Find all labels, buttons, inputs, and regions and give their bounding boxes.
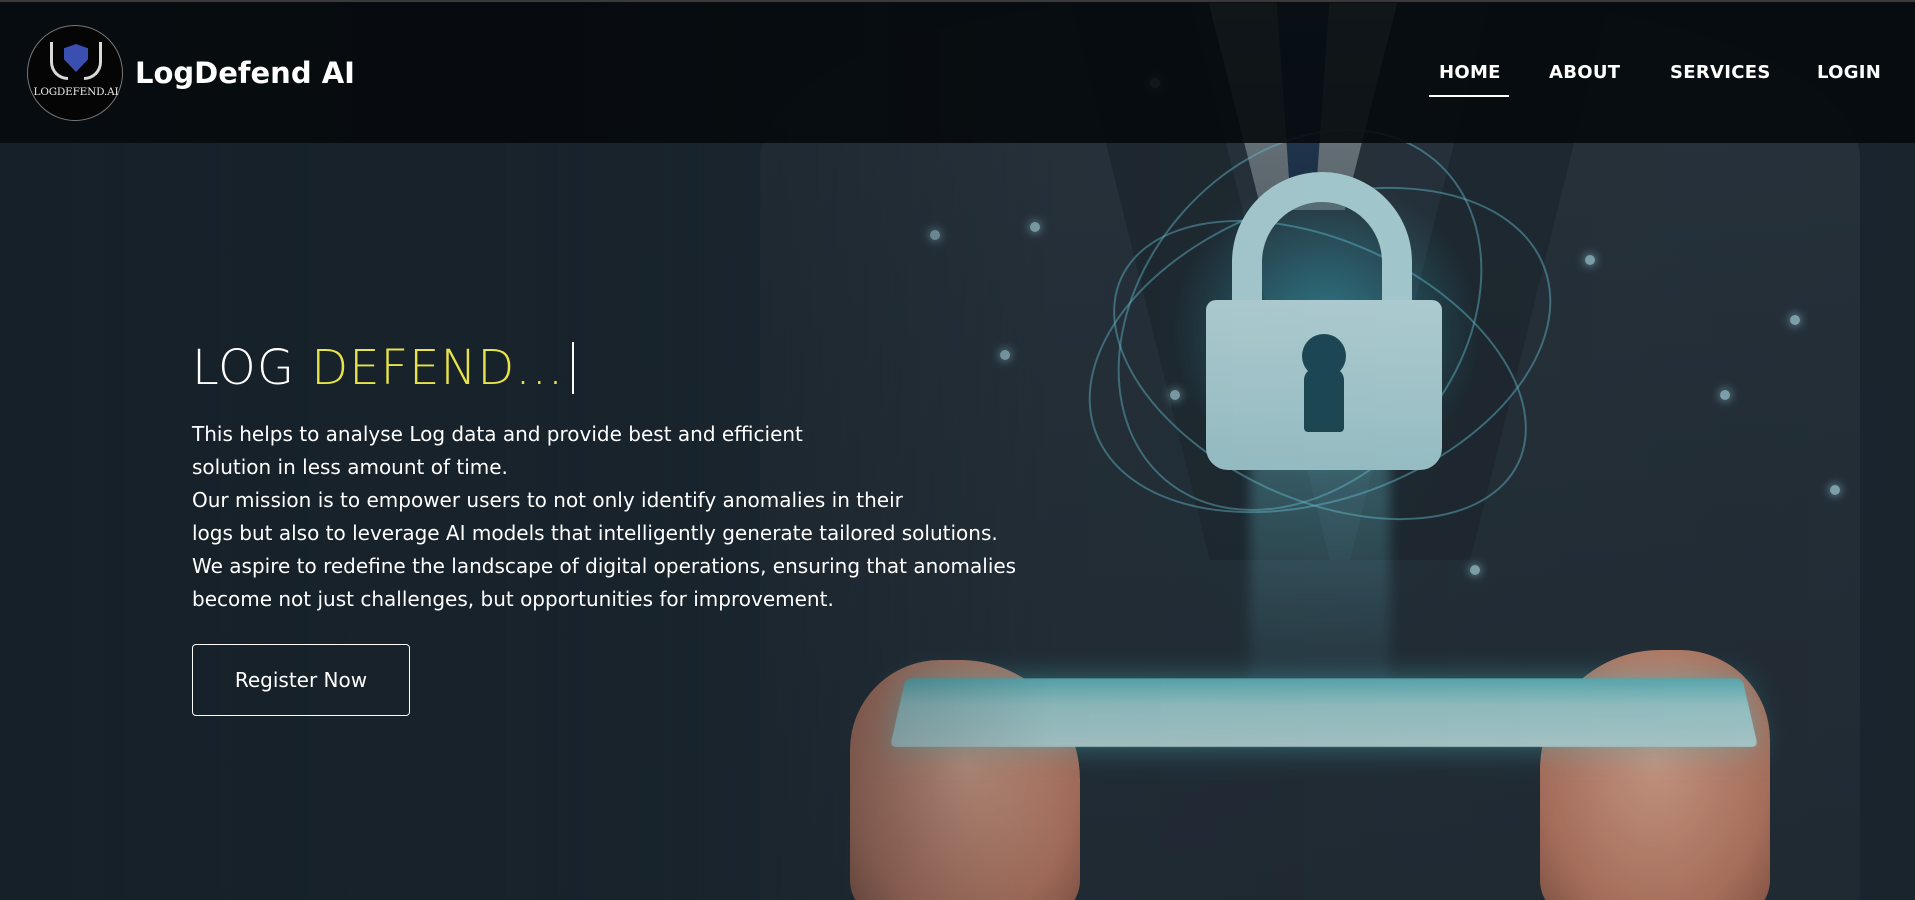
laurel-icon bbox=[84, 42, 102, 80]
nav-services[interactable]: SERVICES bbox=[1670, 62, 1771, 83]
logo-text: LOGDEFEND.AI bbox=[33, 86, 119, 98]
navbar: LOGDEFEND.AI LogDefend AI HOME ABOUT SER… bbox=[0, 2, 1915, 143]
nav-about[interactable]: ABOUT bbox=[1549, 62, 1620, 83]
nav-active-indicator bbox=[1429, 95, 1509, 97]
register-now-button[interactable]: Register Now bbox=[192, 644, 410, 716]
hero-title: LOG DEFEND... bbox=[192, 340, 575, 396]
hero-title-part1: LOG bbox=[192, 340, 312, 396]
logo[interactable]: LOGDEFEND.AI bbox=[27, 25, 123, 121]
nav-login[interactable]: LOGIN bbox=[1817, 62, 1881, 83]
hero-description-line: We aspire to redefine the landscape of d… bbox=[192, 554, 1017, 578]
hero-description-line: logs but also to leverage AI models that… bbox=[192, 521, 998, 545]
typing-cursor bbox=[572, 342, 575, 394]
hero-description: This helps to analyse Log data and provi… bbox=[192, 418, 1122, 616]
brand-name[interactable]: LogDefend AI bbox=[135, 56, 355, 90]
hero-description-line: Our mission is to empower users to not o… bbox=[192, 488, 903, 512]
hero-description-line: become not just challenges, but opportun… bbox=[192, 587, 834, 611]
laurel-icon bbox=[50, 42, 68, 80]
hero-description-line: This helps to analyse Log data and provi… bbox=[192, 422, 803, 446]
hero-description-line: solution in less amount of time. bbox=[192, 455, 508, 479]
nav-home[interactable]: HOME bbox=[1439, 62, 1501, 83]
hero-title-accent: DEFEND... bbox=[311, 340, 565, 396]
